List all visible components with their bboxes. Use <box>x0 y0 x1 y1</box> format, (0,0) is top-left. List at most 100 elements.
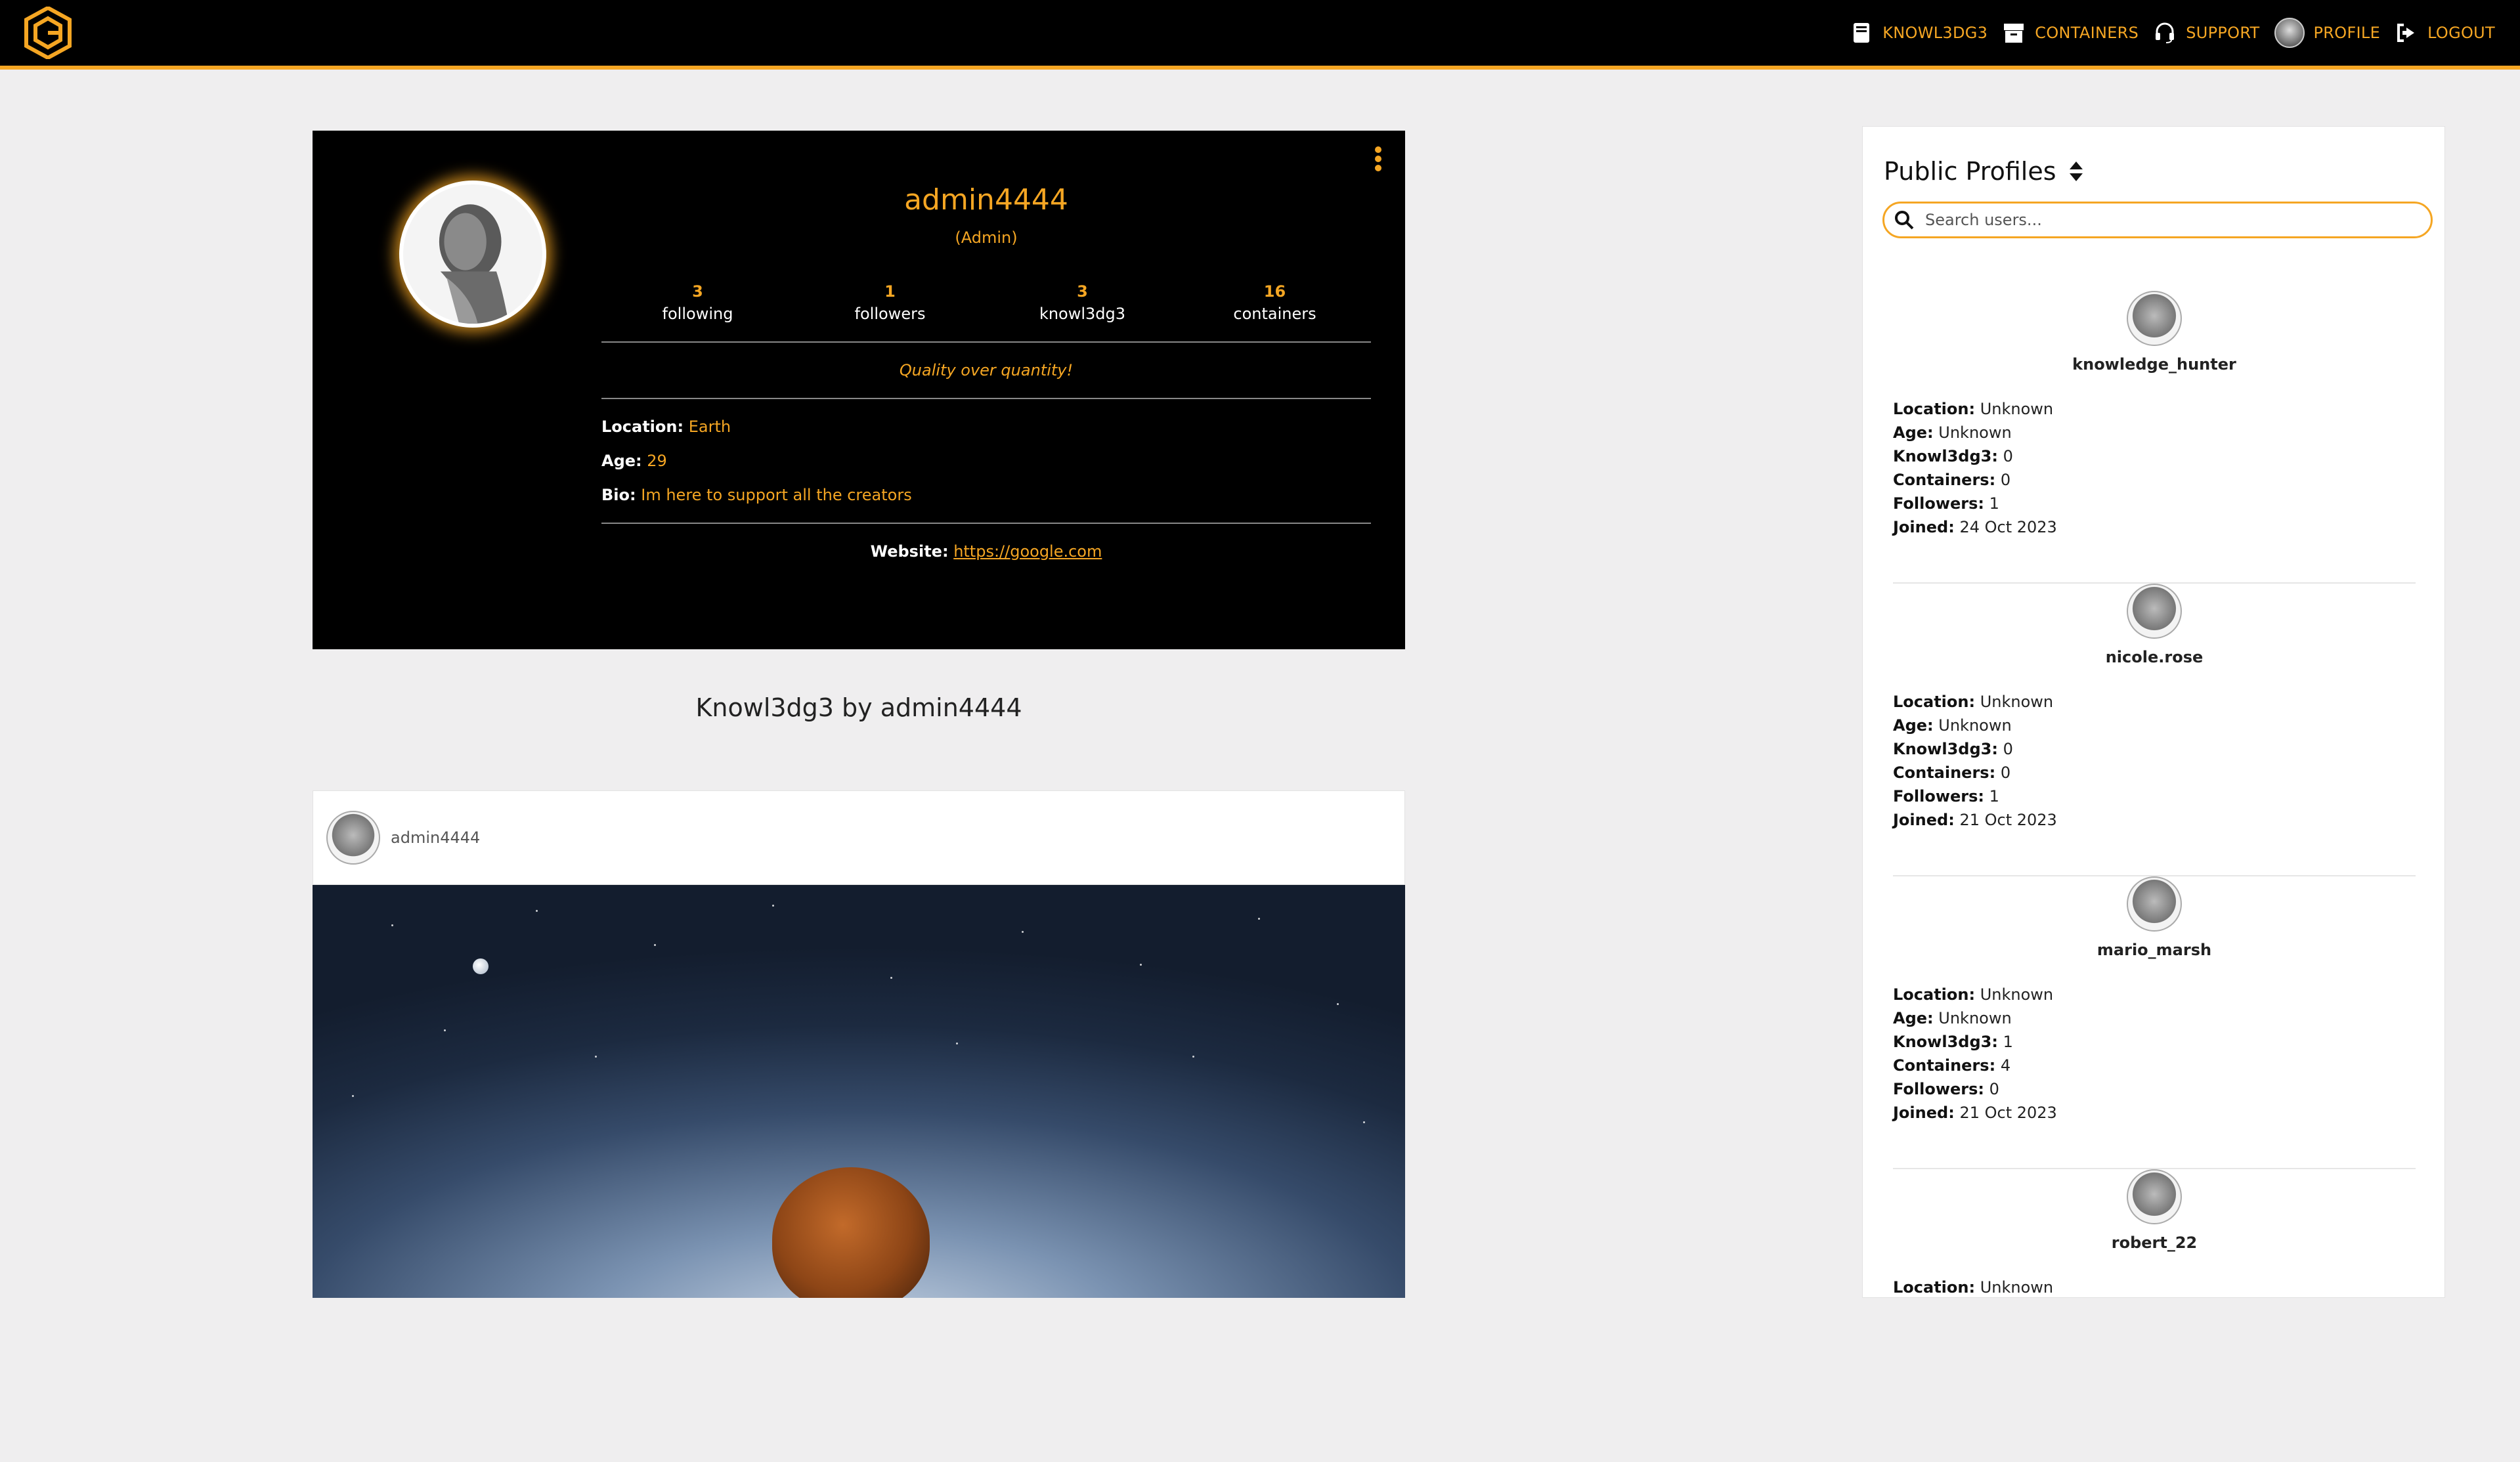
search-icon <box>1895 211 1914 230</box>
field-label: Containers: <box>1893 471 1996 489</box>
field-value: 0 <box>2003 447 2013 465</box>
post-header: admin4444 <box>313 790 1405 885</box>
field-value: 4 <box>2000 1056 2011 1075</box>
stat-label: followers <box>854 305 926 323</box>
field-label: Knowl3dg3: <box>1893 740 1998 758</box>
website-link[interactable]: https://google.com <box>953 542 1102 561</box>
field-label: Location: <box>1893 400 1976 418</box>
field-label: Knowl3dg3: <box>1893 1033 1998 1051</box>
nav-logout-label: LOGOUT <box>2427 24 2495 42</box>
avatar[interactable] <box>2127 584 2182 639</box>
profile-website: Website: https://google.com <box>601 542 1371 561</box>
headset-icon <box>2156 22 2175 43</box>
stat-following[interactable]: 3 following <box>622 282 773 323</box>
field-label: Followers: <box>1893 787 1985 806</box>
avatar[interactable] <box>2127 291 2182 346</box>
user-location: Location: Unknown <box>1893 397 2416 421</box>
user-age: Age: Unknown <box>1893 714 2416 737</box>
location-value: Earth <box>688 418 731 436</box>
profile-stats: 3 following 1 followers 3 knowl3dg3 16 c… <box>601 282 1371 323</box>
user-card[interactable]: nicole.rose Location: Unknown Age: Unkno… <box>1893 584 2416 876</box>
field-value: 1 <box>1989 787 1999 806</box>
post-author[interactable]: admin4444 <box>391 828 480 847</box>
age-label: Age: <box>601 452 642 470</box>
sort-icon[interactable] <box>2068 160 2084 183</box>
sidebar-title-text: Public Profiles <box>1884 157 2056 186</box>
field-value: 0 <box>2000 763 2011 782</box>
user-card[interactable]: mario_marsh Location: Unknown Age: Unkno… <box>1893 876 2416 1169</box>
stat-value: 3 <box>692 282 703 301</box>
field-value: Unknown <box>1980 693 2054 711</box>
stat-knowl3dg3[interactable]: 3 knowl3dg3 <box>1007 282 1158 323</box>
user-knowl3dg3: Knowl3dg3: 0 <box>1893 737 2416 761</box>
top-navbar: KNOWL3DG3 CONTAINERS SUPPORT PROFILE LOG… <box>0 0 2520 70</box>
head-silhouette-icon <box>439 204 509 324</box>
field-label: Followers: <box>1893 1080 1985 1098</box>
nav-profile-label: PROFILE <box>2313 24 2381 42</box>
user-name[interactable]: mario_marsh <box>1893 941 2416 959</box>
user-age: Age: Unknown <box>1893 421 2416 444</box>
user-name[interactable]: nicole.rose <box>1893 648 2416 666</box>
field-label: Age: <box>1893 716 1934 735</box>
profile-bio: Bio: Im here to support all the creators <box>601 486 1371 504</box>
nav-knowl3dg3[interactable]: KNOWL3DG3 <box>1850 21 1988 45</box>
user-list: knowledge_hunter Location: Unknown Age: … <box>1893 291 2416 1462</box>
user-card[interactable]: robert_22 Location: Unknown <box>1893 1169 2416 1462</box>
stat-followers[interactable]: 1 followers <box>815 282 966 323</box>
bio-label: Bio: <box>601 486 636 504</box>
user-knowl3dg3: Knowl3dg3: 0 <box>1893 444 2416 468</box>
nav-logout[interactable]: LOGOUT <box>2395 21 2495 45</box>
field-label: Containers: <box>1893 763 1996 782</box>
avatar[interactable] <box>2127 1169 2182 1224</box>
field-label: Location: <box>1893 1278 1976 1297</box>
user-joined: Joined: 21 Oct 2023 <box>1893 1101 2416 1125</box>
field-label: Followers: <box>1893 494 1985 513</box>
nav-support[interactable]: SUPPORT <box>2153 21 2259 45</box>
field-value: 0 <box>2003 740 2013 758</box>
nav-support-label: SUPPORT <box>2186 24 2260 42</box>
bio-value: Im here to support all the creators <box>641 486 912 504</box>
field-value: 0 <box>1989 1080 1999 1098</box>
stat-value: 16 <box>1263 282 1286 301</box>
avatar[interactable] <box>326 811 380 865</box>
box-icon <box>2004 24 2024 43</box>
stat-label: following <box>662 305 733 323</box>
field-value: 1 <box>2003 1033 2013 1051</box>
user-location: Location: Unknown <box>1893 1276 2416 1299</box>
user-name[interactable]: robert_22 <box>1893 1234 2416 1252</box>
moon-graphic <box>473 958 489 974</box>
post-image[interactable] <box>313 885 1405 1298</box>
sidebar-title: Public Profiles <box>1884 157 2084 186</box>
book-icon <box>1854 23 1870 43</box>
profile-card: admin4444 (Admin) 3 following 1 follower… <box>313 131 1405 649</box>
user-location: Location: Unknown <box>1893 690 2416 714</box>
profile-avatar <box>399 181 546 328</box>
user-containers: Containers: 4 <box>1893 1054 2416 1077</box>
field-label: Knowl3dg3: <box>1893 447 1998 465</box>
site-logo[interactable] <box>24 7 72 59</box>
profile-username: admin4444 <box>904 183 1068 217</box>
stat-containers[interactable]: 16 containers <box>1200 282 1351 323</box>
field-value: Unknown <box>1938 716 2012 735</box>
field-value: Unknown <box>1980 1278 2054 1297</box>
search-box <box>1882 202 2433 238</box>
nav-containers[interactable]: CONTAINERS <box>2002 21 2139 45</box>
more-options-icon[interactable] <box>1374 146 1383 173</box>
user-name[interactable]: knowledge_hunter <box>1893 355 2416 374</box>
user-followers: Followers: 0 <box>1893 1077 2416 1101</box>
field-value: 21 Oct 2023 <box>1959 1104 2057 1122</box>
field-label: Age: <box>1893 423 1934 442</box>
public-profiles-sidebar: Public Profiles knowledge_hunter Locatio… <box>1862 126 2445 1298</box>
avatar[interactable] <box>2127 876 2182 932</box>
location-label: Location: <box>601 418 684 436</box>
user-card[interactable]: knowledge_hunter Location: Unknown Age: … <box>1893 291 2416 584</box>
user-joined: Joined: 21 Oct 2023 <box>1893 808 2416 832</box>
user-location: Location: Unknown <box>1893 983 2416 1006</box>
nav-profile[interactable]: PROFILE <box>2274 18 2381 48</box>
profile-location: Location: Earth <box>601 418 1371 436</box>
field-value: Unknown <box>1938 1009 2012 1027</box>
section-title: Knowl3dg3 by admin4444 <box>695 693 1022 722</box>
search-input[interactable] <box>1925 211 2424 229</box>
field-value: 21 Oct 2023 <box>1959 811 2057 829</box>
stat-label: knowl3dg3 <box>1039 305 1126 323</box>
